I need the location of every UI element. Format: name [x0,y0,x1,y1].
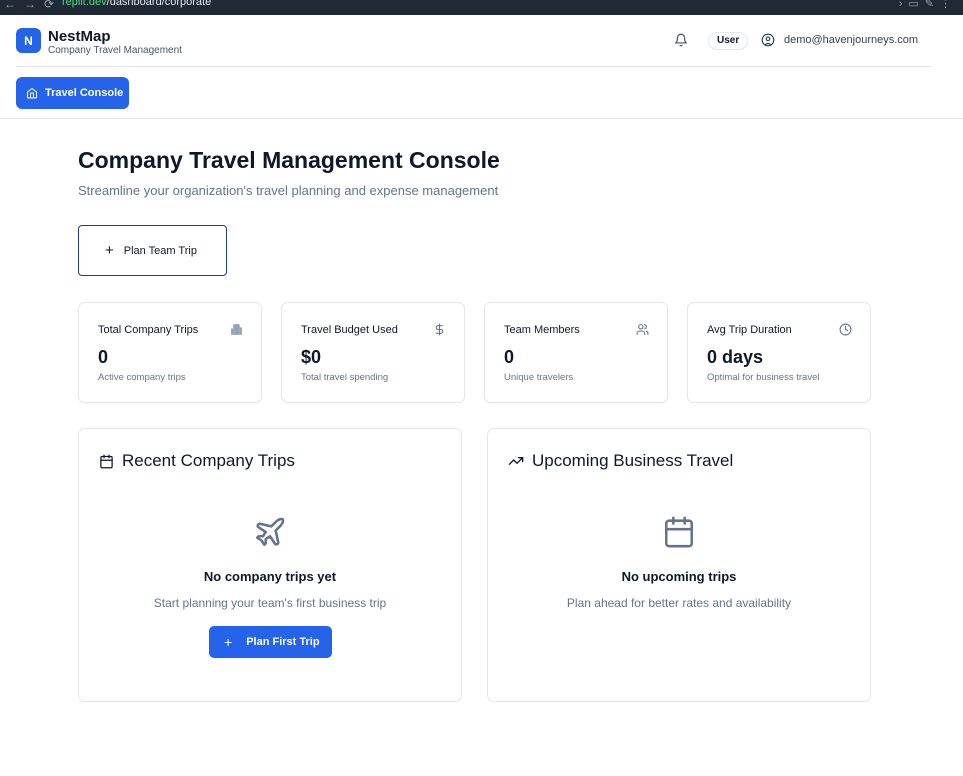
stat-label: Travel Budget Used [301,324,398,336]
stat-description: Total travel spending [301,372,389,383]
brand-name[interactable]: NestMap [48,28,111,45]
url-host: replit.dev [62,0,107,8]
bell-icon[interactable] [674,33,688,47]
browser-nav-icons[interactable]: ←→⟳ [4,0,62,11]
stat-card-avg-duration: Avg Trip Duration 0 days Optimal for bus… [687,302,871,403]
travel-console-label: Travel Console [45,87,124,99]
brand-tagline: Company Travel Management [48,45,182,56]
role-badge: User [708,32,749,50]
recent-trips-panel: Recent Company Trips No company trips ye… [78,428,462,702]
stat-label: Total Company Trips [98,324,199,336]
stat-value: $0 [301,347,322,367]
upcoming-travel-panel: Upcoming Business Travel No upcoming tri… [487,428,871,702]
plane-icon [255,517,285,547]
travel-console-button[interactable]: Travel Console [16,77,129,109]
header-divider [16,66,932,67]
url-path: /dashboard/corporate [106,0,212,8]
plan-first-trip-label: Plan First Trip [246,636,320,648]
building-icon [231,324,242,335]
user-email[interactable]: demo@havenjourneys.com [784,34,918,46]
address-bar[interactable]: replit.dev/dashboard/corporate [62,0,211,8]
users-icon [636,324,649,335]
empty-state-title: No company trips yet [203,569,337,584]
stat-value: 0 [504,347,515,367]
stat-label: Team Members [504,324,580,336]
panel-title: Recent Company Trips [122,451,295,470]
trending-up-icon [508,457,524,465]
empty-state-title: No upcoming trips [621,569,737,584]
plan-team-trip-label: Plan Team Trip [123,244,197,257]
stat-value: 0 [98,347,109,367]
home-icon [26,87,38,99]
panel-header: Upcoming Business Travel [508,451,733,471]
clock-icon [839,323,852,336]
plan-first-trip-button[interactable]: + Plan First Trip [209,626,332,658]
browser-toolbar: ←→⟳ replit.dev/dashboard/corporate ›▭✎⋮ [0,0,963,15]
calendar-icon [100,454,113,468]
plus-icon: + [224,634,233,650]
stat-description: Unique travelers [504,372,574,383]
stat-label: Avg Trip Duration [707,324,792,336]
plus-icon: + [105,242,114,259]
empty-state-hint: Plan ahead for better rates and availabi… [566,596,792,610]
user-circle-icon[interactable] [761,33,775,47]
panel-title: Upcoming Business Travel [532,451,734,470]
browser-action-icons[interactable]: ›▭✎⋮ [899,0,957,10]
plan-team-trip-button[interactable]: + Plan Team Trip [78,225,227,276]
stat-description: Active company trips [98,372,186,383]
app-header: N NestMap Company Travel Management User… [0,15,963,119]
calendar-icon [664,516,694,548]
stat-card-budget: Travel Budget Used $0 Total travel spend… [281,302,465,403]
stat-description: Optimal for business travel [707,372,820,383]
stat-card-team-members: Team Members 0 Unique travelers [484,302,668,403]
stat-value: 0 days [707,347,764,367]
logo[interactable]: N [16,28,41,53]
panel-header: Recent Company Trips [99,451,295,471]
dollar-icon [435,323,444,336]
empty-state-hint: Start planning your team's first busines… [153,596,387,610]
stat-card-total-trips: Total Company Trips 0 Active company tri… [78,302,262,403]
page-subtitle: Streamline your organization's travel pl… [78,183,499,198]
page-title: Company Travel Management Console [78,147,500,173]
